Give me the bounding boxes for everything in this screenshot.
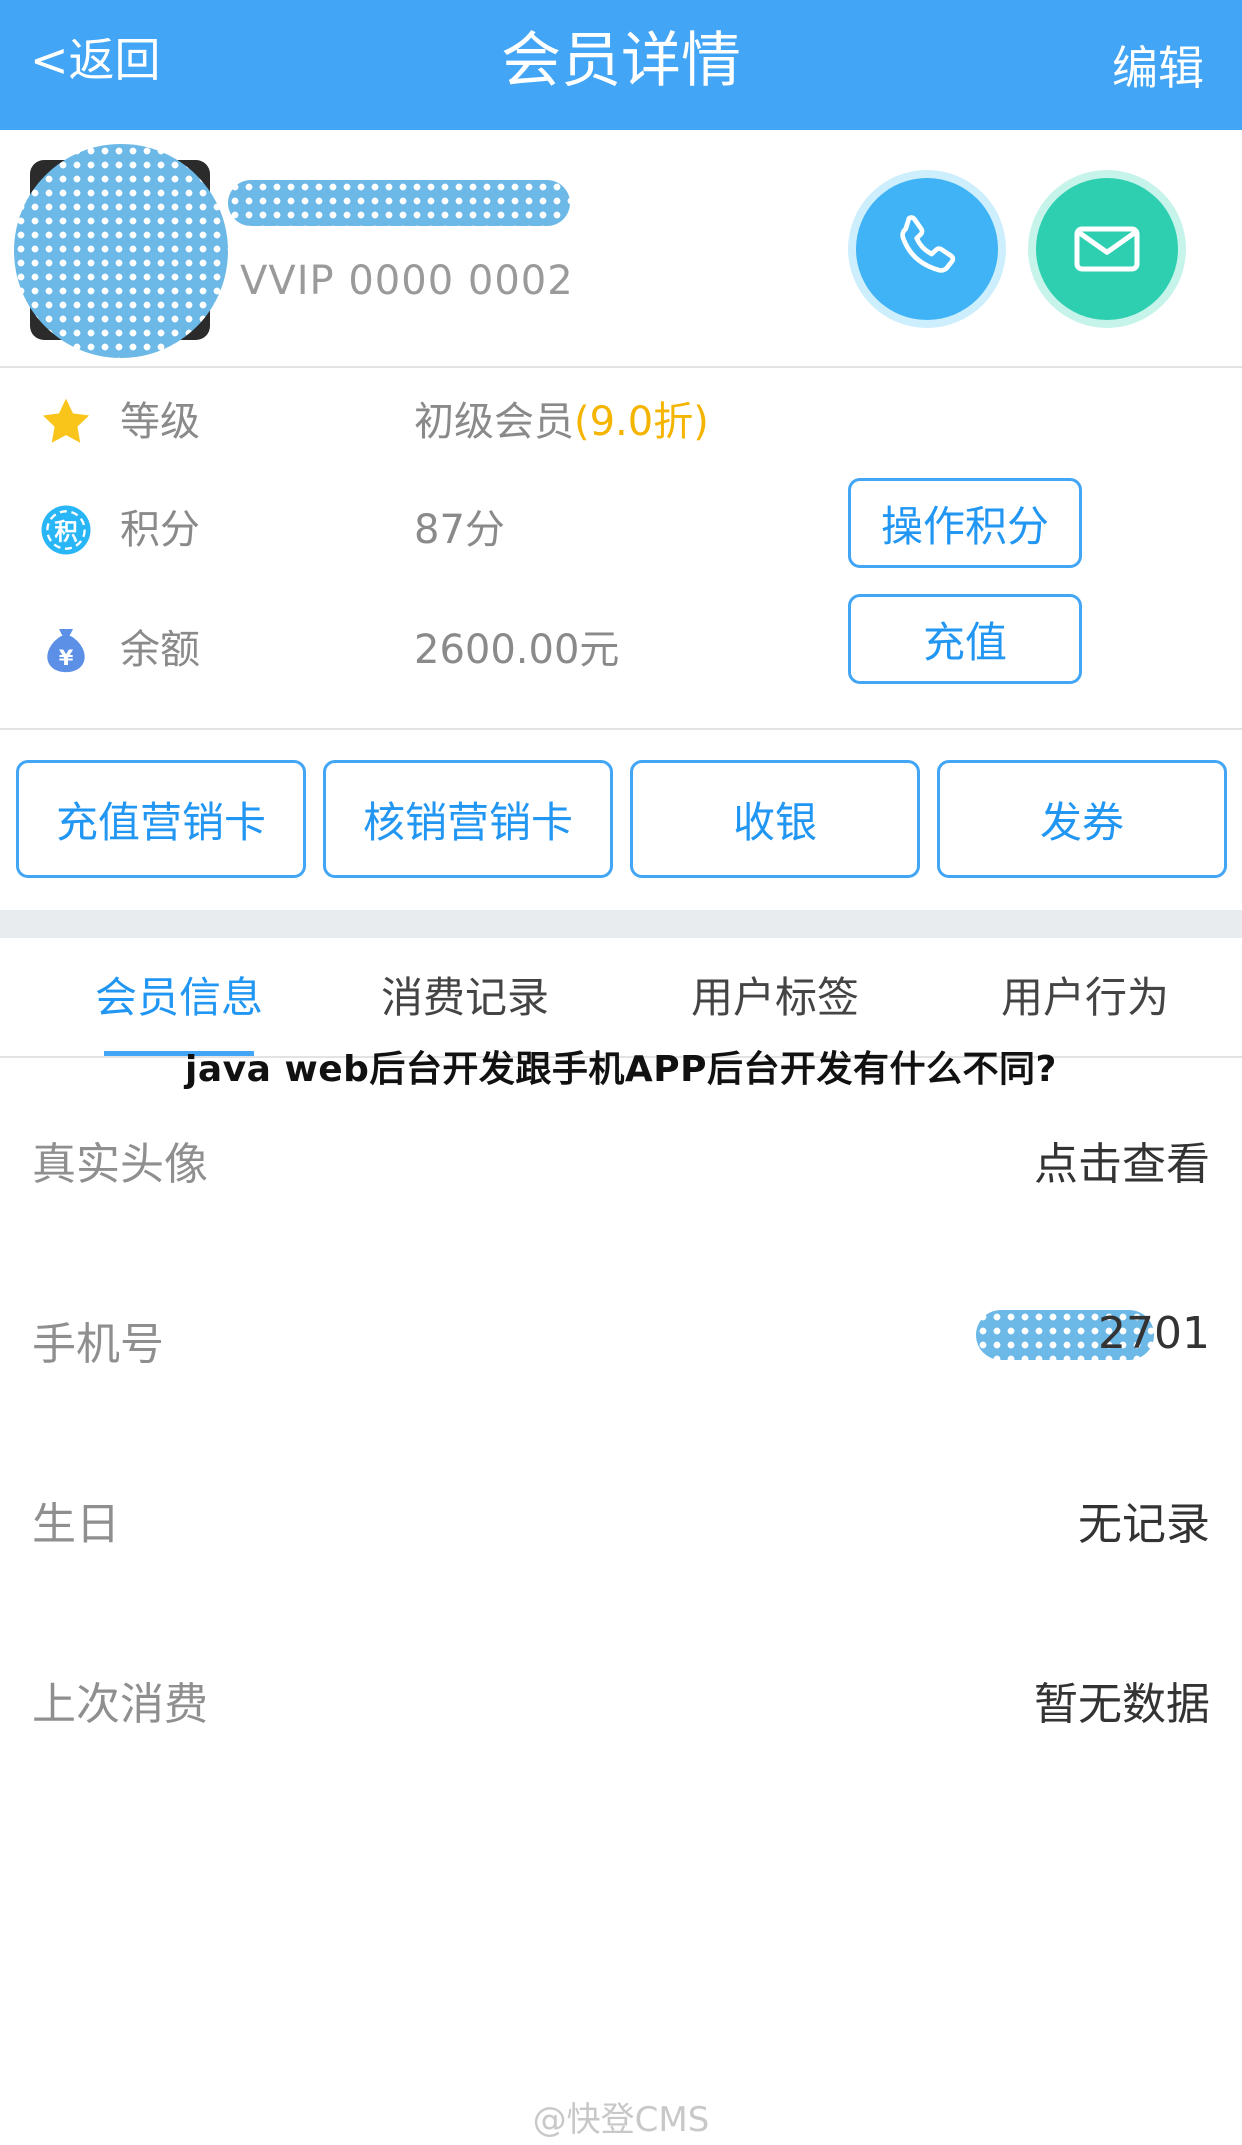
tab-user-tags[interactable]: 用户标签: [620, 968, 930, 1028]
discount-text: (9.0折): [574, 399, 709, 445]
section-divider: [0, 910, 1242, 938]
mail-icon: [1074, 226, 1140, 272]
manage-points-button[interactable]: 操作积分: [848, 478, 1082, 568]
member-info-panel: 等级 初级会员(9.0折) 积 积分 87分 操作积分 ¥ 余额 2600.00…: [0, 368, 1242, 730]
svg-text:积: 积: [54, 517, 77, 545]
watermark: @快登CMS: [532, 2100, 710, 2140]
detail-value: 无记录: [1078, 1499, 1210, 1550]
action-buttons: 充值营销卡 核销营销卡 收银 发券: [0, 730, 1242, 910]
detail-label: 手机号: [32, 1319, 164, 1370]
detail-value[interactable]: 点击查看: [1034, 1128, 1210, 1192]
balance-value: 2600.00元: [414, 627, 620, 673]
tab-consumption-records[interactable]: 消费记录: [310, 968, 620, 1028]
money-bag-icon: ¥: [38, 622, 94, 678]
phone-icon: [900, 215, 956, 273]
issue-coupon-button[interactable]: 发券: [937, 760, 1227, 878]
svg-text:¥: ¥: [59, 646, 74, 670]
edit-button[interactable]: 编辑: [1112, 38, 1204, 98]
avatar-mosaic: [14, 144, 228, 358]
tab-user-behavior[interactable]: 用户行为: [930, 968, 1240, 1028]
member-name-mosaic: [228, 180, 570, 226]
message-button[interactable]: [1036, 178, 1178, 320]
top-nav-bar: <返回 会员详情 编辑: [0, 0, 1242, 130]
article-overlay-title: java web后台开发跟手机APP后台开发有什么不同?: [185, 1049, 1057, 1090]
star-icon: [38, 394, 94, 450]
detail-label: 上次消费: [32, 1679, 208, 1730]
level-row: 等级 初级会员(9.0折): [0, 368, 1242, 468]
detail-row-phone: 手机号 2701: [0, 1298, 1242, 1388]
detail-label: 真实头像: [32, 1139, 208, 1190]
detail-value: 暂无数据: [1034, 1679, 1210, 1730]
detail-value: 2701: [1098, 1308, 1210, 1359]
balance-row: ¥ 余额 2600.00元 充值: [0, 594, 1242, 696]
tab-member-info[interactable]: 会员信息: [24, 968, 334, 1028]
recharge-card-button[interactable]: 充值营销卡: [16, 760, 306, 878]
level-label: 等级: [120, 399, 200, 445]
detail-label: 生日: [32, 1499, 120, 1550]
redeem-card-button[interactable]: 核销营销卡: [323, 760, 613, 878]
points-icon: 积: [38, 502, 94, 558]
detail-row-avatar[interactable]: 真实头像 点击查看: [0, 1118, 1242, 1208]
points-row: 积 积分 87分 操作积分: [0, 476, 1242, 576]
detail-row-birthday: 生日 无记录: [0, 1478, 1242, 1568]
level-value: 初级会员(9.0折): [414, 399, 709, 445]
detail-row-last-consumption: 上次消费 暂无数据: [0, 1658, 1242, 1748]
page-title: 会员详情: [501, 26, 741, 96]
member-number: VVIP 0000 0002: [240, 258, 574, 304]
recharge-button[interactable]: 充值: [848, 594, 1082, 684]
points-value: 87分: [414, 507, 505, 553]
points-label: 积分: [120, 507, 200, 553]
balance-label: 余额: [120, 627, 200, 673]
member-profile-header: VVIP 0000 0002: [0, 130, 1242, 368]
checkout-button[interactable]: 收银: [630, 760, 920, 878]
call-button[interactable]: [856, 178, 998, 320]
